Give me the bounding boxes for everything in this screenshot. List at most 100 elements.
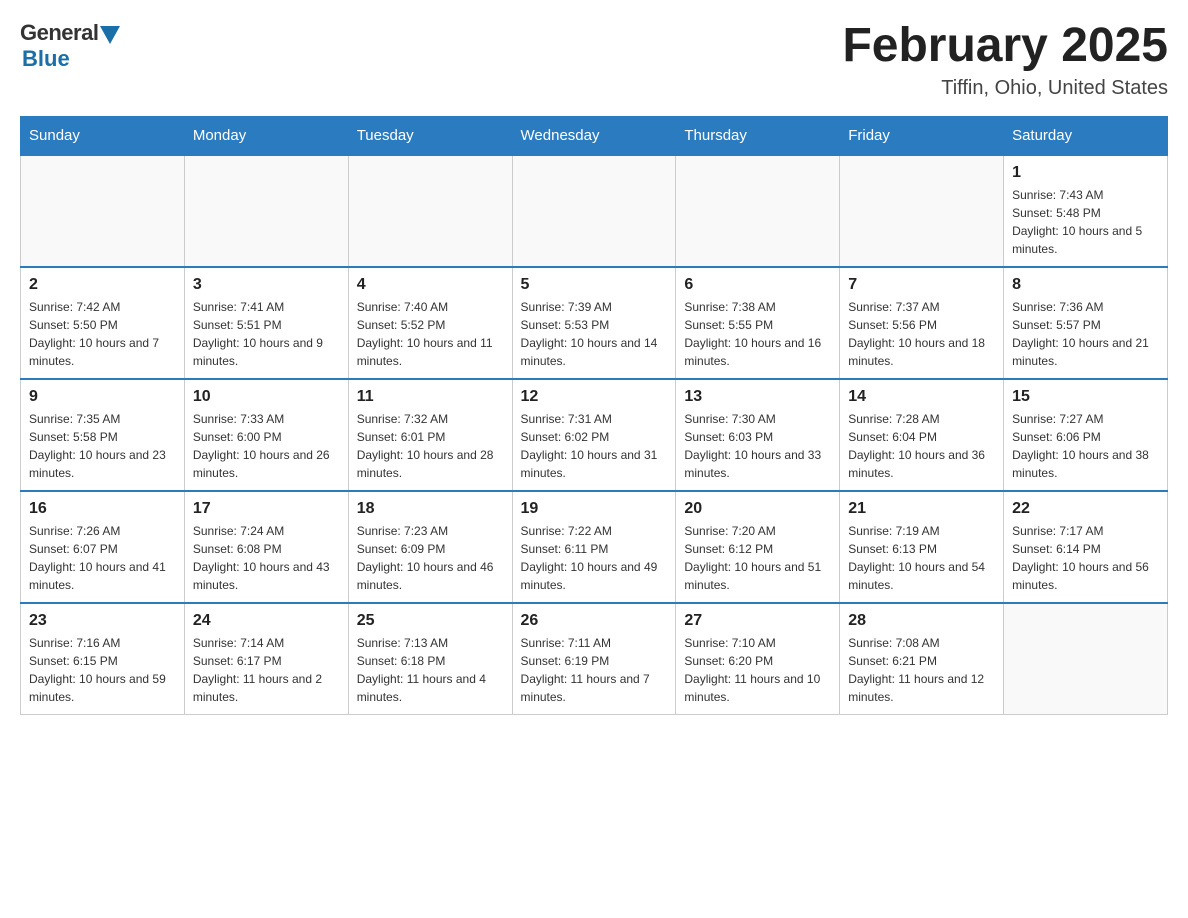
day-number: 24 (193, 612, 340, 630)
day-of-week-header: Friday (840, 116, 1004, 155)
day-info: Sunrise: 7:08 AM Sunset: 6:21 PM Dayligh… (848, 634, 995, 706)
day-number: 7 (848, 276, 995, 294)
location-text: Tiffin, Ohio, United States (842, 77, 1168, 100)
day-number: 16 (29, 500, 176, 518)
day-number: 8 (1012, 276, 1159, 294)
calendar-day-cell: 11 Sunrise: 7:32 AM Sunset: 6:01 PM Dayli… (348, 379, 512, 491)
calendar-day-cell: 10Sunrise: 7:33 AM Sunset: 6:00 PM Dayli… (184, 379, 348, 491)
day-info: Sunrise: 7:35 AM Sunset: 5:58 PM Dayligh… (29, 410, 176, 482)
day-info: Sunrise: 7:31 AM Sunset: 6:02 PM Dayligh… (521, 410, 668, 482)
calendar-day-cell (840, 155, 1004, 267)
calendar-week-row: 23 Sunrise: 7:16 AM Sunset: 6:15 PM Dayli… (21, 603, 1168, 715)
day-number: 22 (1012, 500, 1159, 518)
day-info: Sunrise: 7:39 AM Sunset: 5:53 PM Dayligh… (521, 298, 668, 370)
title-area: February 2025 Tiffin, Ohio, United State… (842, 20, 1168, 100)
day-number: 11 (357, 388, 504, 406)
day-info: Sunrise: 7:32 AM Sunset: 6:01 PM Dayligh… (357, 410, 504, 482)
calendar-day-cell: 21 Sunrise: 7:19 AM Sunset: 6:13 PM Dayli… (840, 491, 1004, 603)
day-info: Sunrise: 7:17 AM Sunset: 6:14 PM Dayligh… (1012, 522, 1159, 594)
calendar-day-cell (184, 155, 348, 267)
calendar-day-cell (348, 155, 512, 267)
day-number: 5 (521, 276, 668, 294)
day-info: Sunrise: 7:16 AM Sunset: 6:15 PM Dayligh… (29, 634, 176, 706)
calendar-day-cell: 12 Sunrise: 7:31 AM Sunset: 6:02 PM Dayli… (512, 379, 676, 491)
day-info: Sunrise: 7:13 AM Sunset: 6:18 PM Dayligh… (357, 634, 504, 706)
calendar-day-cell: 17 Sunrise: 7:24 AM Sunset: 6:08 PM Dayli… (184, 491, 348, 603)
calendar-table: SundayMondayTuesdayWednesdayThursdayFrid… (20, 116, 1168, 715)
calendar-day-cell: 28 Sunrise: 7:08 AM Sunset: 6:21 PM Dayli… (840, 603, 1004, 715)
logo-blue-text: Blue (22, 46, 70, 72)
calendar-day-cell: 20 Sunrise: 7:20 AM Sunset: 6:12 PM Dayli… (676, 491, 840, 603)
day-number: 1 (1012, 164, 1159, 182)
day-info: Sunrise: 7:14 AM Sunset: 6:17 PM Dayligh… (193, 634, 340, 706)
day-number: 12 (521, 388, 668, 406)
day-number: 25 (357, 612, 504, 630)
calendar-day-cell: 6 Sunrise: 7:38 AM Sunset: 5:55 PM Daylig… (676, 267, 840, 379)
calendar-day-cell: 25 Sunrise: 7:13 AM Sunset: 6:18 PM Dayli… (348, 603, 512, 715)
calendar-day-cell: 22 Sunrise: 7:17 AM Sunset: 6:14 PM Dayli… (1004, 491, 1168, 603)
day-number: 20 (684, 500, 831, 518)
day-of-week-header: Thursday (676, 116, 840, 155)
day-number: 17 (193, 500, 340, 518)
calendar-day-cell: 1 Sunrise: 7:43 AM Sunset: 5:48 PM Daylig… (1004, 155, 1168, 267)
day-info: Sunrise: 7:37 AM Sunset: 5:56 PM Dayligh… (848, 298, 995, 370)
logo-arrow-icon (100, 26, 120, 44)
day-info: Sunrise: 7:26 AM Sunset: 6:07 PM Dayligh… (29, 522, 176, 594)
calendar-day-cell: 8Sunrise: 7:36 AM Sunset: 5:57 PM Daylig… (1004, 267, 1168, 379)
day-number: 9 (29, 388, 176, 406)
day-number: 21 (848, 500, 995, 518)
page-header: General Blue February 2025 Tiffin, Ohio,… (20, 20, 1168, 100)
day-info: Sunrise: 7:30 AM Sunset: 6:03 PM Dayligh… (684, 410, 831, 482)
day-number: 6 (684, 276, 831, 294)
calendar-week-row: 1 Sunrise: 7:43 AM Sunset: 5:48 PM Daylig… (21, 155, 1168, 267)
calendar-day-cell: 26Sunrise: 7:11 AM Sunset: 6:19 PM Dayli… (512, 603, 676, 715)
day-number: 2 (29, 276, 176, 294)
calendar-day-cell: 14Sunrise: 7:28 AM Sunset: 6:04 PM Dayli… (840, 379, 1004, 491)
calendar-day-cell: 7 Sunrise: 7:37 AM Sunset: 5:56 PM Daylig… (840, 267, 1004, 379)
day-info: Sunrise: 7:43 AM Sunset: 5:48 PM Dayligh… (1012, 186, 1159, 258)
day-number: 27 (684, 612, 831, 630)
day-of-week-header: Monday (184, 116, 348, 155)
day-of-week-header: Saturday (1004, 116, 1168, 155)
day-number: 14 (848, 388, 995, 406)
day-info: Sunrise: 7:19 AM Sunset: 6:13 PM Dayligh… (848, 522, 995, 594)
logo: General Blue (20, 20, 120, 72)
day-number: 4 (357, 276, 504, 294)
calendar-day-cell: 24 Sunrise: 7:14 AM Sunset: 6:17 PM Dayli… (184, 603, 348, 715)
day-of-week-header: Wednesday (512, 116, 676, 155)
calendar-day-cell: 5 Sunrise: 7:39 AM Sunset: 5:53 PM Daylig… (512, 267, 676, 379)
day-number: 18 (357, 500, 504, 518)
calendar-header-row: SundayMondayTuesdayWednesdayThursdayFrid… (21, 116, 1168, 155)
month-title: February 2025 (842, 20, 1168, 73)
calendar-day-cell: 19Sunrise: 7:22 AM Sunset: 6:11 PM Dayli… (512, 491, 676, 603)
calendar-day-cell (21, 155, 185, 267)
calendar-day-cell: 9 Sunrise: 7:35 AM Sunset: 5:58 PM Daylig… (21, 379, 185, 491)
calendar-day-cell: 15Sunrise: 7:27 AM Sunset: 6:06 PM Dayli… (1004, 379, 1168, 491)
calendar-week-row: 16 Sunrise: 7:26 AM Sunset: 6:07 PM Dayli… (21, 491, 1168, 603)
calendar-day-cell (676, 155, 840, 267)
calendar-day-cell: 27 Sunrise: 7:10 AM Sunset: 6:20 PM Dayli… (676, 603, 840, 715)
calendar-day-cell (512, 155, 676, 267)
day-info: Sunrise: 7:24 AM Sunset: 6:08 PM Dayligh… (193, 522, 340, 594)
day-number: 26 (521, 612, 668, 630)
day-info: Sunrise: 7:27 AM Sunset: 6:06 PM Dayligh… (1012, 410, 1159, 482)
day-number: 10 (193, 388, 340, 406)
day-info: Sunrise: 7:20 AM Sunset: 6:12 PM Dayligh… (684, 522, 831, 594)
day-info: Sunrise: 7:41 AM Sunset: 5:51 PM Dayligh… (193, 298, 340, 370)
day-info: Sunrise: 7:38 AM Sunset: 5:55 PM Dayligh… (684, 298, 831, 370)
day-info: Sunrise: 7:23 AM Sunset: 6:09 PM Dayligh… (357, 522, 504, 594)
logo-general-text: General (20, 20, 98, 46)
calendar-day-cell: 13Sunrise: 7:30 AM Sunset: 6:03 PM Dayli… (676, 379, 840, 491)
calendar-week-row: 9 Sunrise: 7:35 AM Sunset: 5:58 PM Daylig… (21, 379, 1168, 491)
calendar-day-cell: 3 Sunrise: 7:41 AM Sunset: 5:51 PM Daylig… (184, 267, 348, 379)
calendar-day-cell: 18 Sunrise: 7:23 AM Sunset: 6:09 PM Dayli… (348, 491, 512, 603)
day-number: 28 (848, 612, 995, 630)
calendar-day-cell: 16 Sunrise: 7:26 AM Sunset: 6:07 PM Dayli… (21, 491, 185, 603)
day-info: Sunrise: 7:10 AM Sunset: 6:20 PM Dayligh… (684, 634, 831, 706)
day-info: Sunrise: 7:40 AM Sunset: 5:52 PM Dayligh… (357, 298, 504, 370)
day-number: 23 (29, 612, 176, 630)
day-number: 3 (193, 276, 340, 294)
calendar-day-cell (1004, 603, 1168, 715)
day-info: Sunrise: 7:22 AM Sunset: 6:11 PM Dayligh… (521, 522, 668, 594)
day-of-week-header: Tuesday (348, 116, 512, 155)
